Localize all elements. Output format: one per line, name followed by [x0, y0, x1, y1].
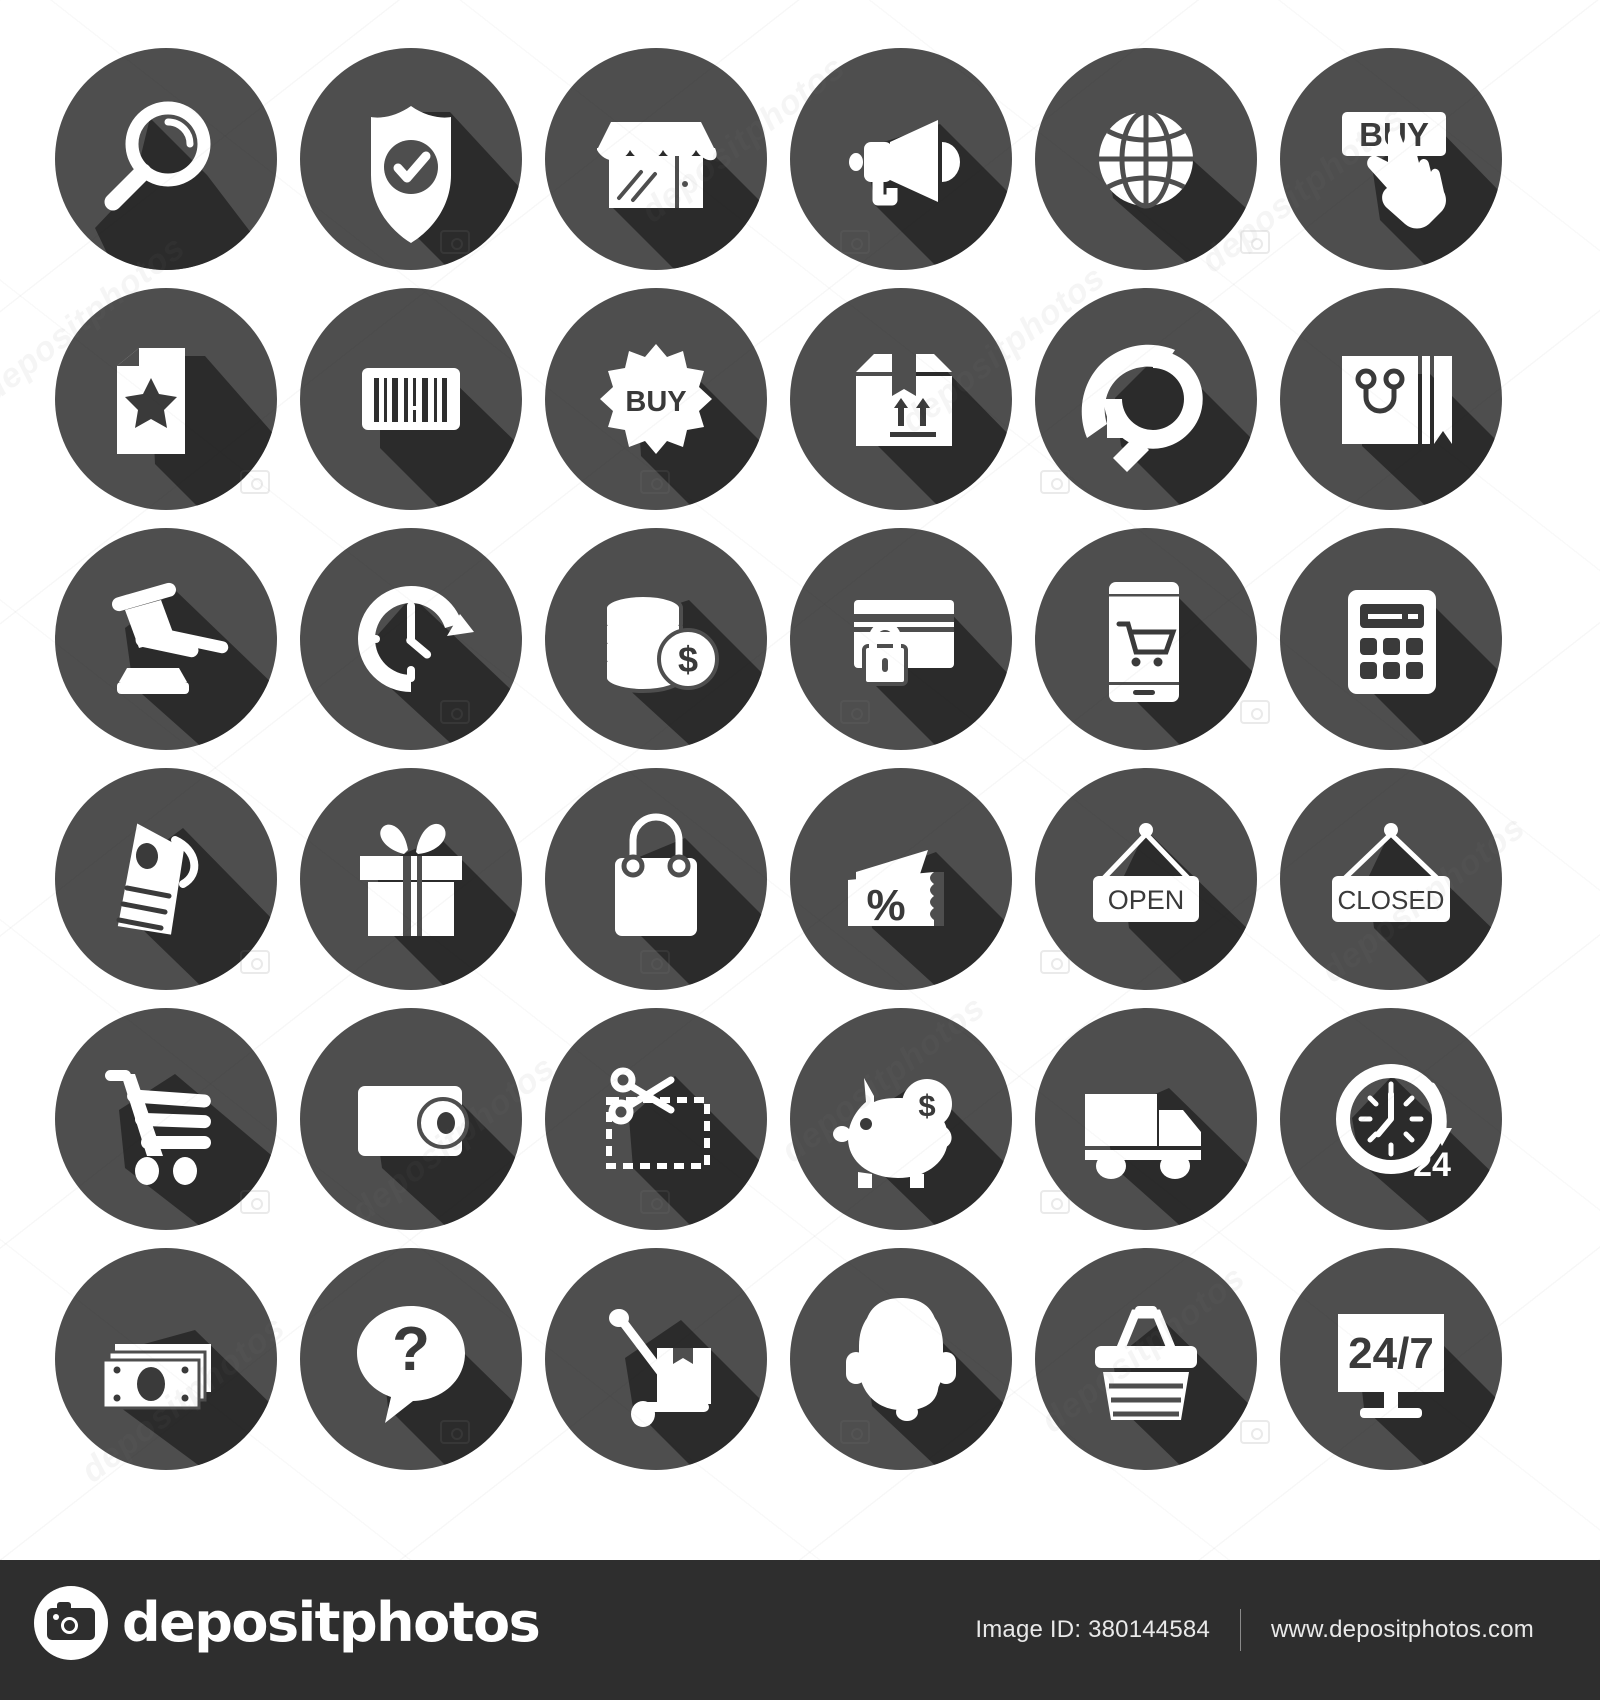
icon-tile[interactable]: $ — [545, 528, 767, 750]
svg-text:$: $ — [678, 639, 698, 680]
icon-tile[interactable] — [790, 288, 1012, 510]
buy-button-cursor-icon[interactable]: BUY — [1280, 48, 1502, 270]
clock-arrow-history-icon[interactable] — [300, 528, 522, 750]
piggy-bank-icon[interactable]: $ — [790, 1008, 1012, 1230]
icon-tile[interactable] — [1035, 48, 1257, 270]
icon-tile[interactable] — [55, 48, 277, 270]
icon-tile[interactable]: CLOSED — [1280, 768, 1502, 990]
storefront-icon[interactable] — [545, 48, 767, 270]
icon-tile[interactable] — [790, 48, 1012, 270]
svg-text:$: $ — [918, 1088, 935, 1123]
icon-tile[interactable]: 24 — [1280, 1008, 1502, 1230]
icon-tile[interactable] — [545, 48, 767, 270]
auction-gavel-icon[interactable] — [55, 528, 277, 750]
credit-card-lock-icon[interactable] — [790, 528, 1012, 750]
icon-tile[interactable]: BUY — [545, 288, 767, 510]
icon-tile[interactable]: $ — [790, 1008, 1012, 1230]
question-speech-bubble-icon[interactable]: ? — [300, 1248, 522, 1470]
icon-tile[interactable] — [300, 288, 522, 510]
icon-tile[interactable] — [55, 1008, 277, 1230]
barcode-icon[interactable] — [300, 288, 522, 510]
banknotes-cash-icon[interactable] — [55, 1248, 277, 1470]
mobile-shopping-icon[interactable] — [1035, 528, 1257, 750]
icon-tile[interactable] — [300, 1008, 522, 1230]
discount-ticket-icon[interactable]: % — [790, 768, 1012, 990]
magnifier-search-icon[interactable] — [55, 48, 277, 270]
icon-tile[interactable] — [300, 528, 522, 750]
icon-tile[interactable] — [1280, 288, 1502, 510]
hand-truck-package-icon[interactable] — [545, 1248, 767, 1470]
wallet-icon[interactable] — [300, 1008, 522, 1230]
document-star-icon[interactable] — [55, 288, 277, 510]
icon-tile[interactable] — [300, 48, 522, 270]
icon-tile[interactable] — [545, 1248, 767, 1470]
globe-icon[interactable] — [1035, 48, 1257, 270]
brand-wordmark: depositphotos — [122, 1591, 541, 1654]
calculator-icon[interactable] — [1280, 528, 1502, 750]
icon-tile[interactable] — [55, 1248, 277, 1470]
monitor-24-7-icon[interactable]: 24/7 — [1280, 1248, 1502, 1470]
shopping-cart-icon[interactable] — [55, 1008, 277, 1230]
svg-text:24/7: 24/7 — [1348, 1329, 1434, 1378]
svg-text:OPEN: OPEN — [1108, 885, 1185, 915]
icon-tile[interactable] — [1035, 1008, 1257, 1230]
icon-tile[interactable] — [790, 1248, 1012, 1470]
icon-tile[interactable]: ? — [300, 1248, 522, 1470]
icon-tile[interactable] — [1035, 528, 1257, 750]
icon-tile[interactable]: % — [790, 768, 1012, 990]
image-id-label: Image ID: 380144584 — [975, 1616, 1210, 1643]
icon-tile[interactable] — [790, 528, 1012, 750]
icon-tile[interactable] — [55, 768, 277, 990]
camera-logo-icon — [34, 1586, 108, 1660]
icon-tile[interactable] — [1280, 528, 1502, 750]
shopping-basket-icon[interactable] — [1035, 1248, 1257, 1470]
svg-text:24: 24 — [1413, 1146, 1451, 1184]
svg-text:CLOSED: CLOSED — [1338, 885, 1445, 915]
icon-sheet: depositphotosdepositphotosdepositphotosd… — [0, 0, 1600, 1700]
icon-tile[interactable]: 24/7 — [1280, 1248, 1502, 1470]
closed-sign-icon[interactable]: CLOSED — [1280, 768, 1502, 990]
icon-tile[interactable] — [55, 528, 277, 750]
svg-text:BUY: BUY — [625, 386, 686, 418]
svg-text:%: % — [866, 881, 905, 930]
price-tag-icon[interactable] — [55, 768, 277, 990]
icon-tile[interactable] — [1035, 288, 1257, 510]
footer-meta: Image ID: 380144584 www.depositphotos.co… — [945, 1560, 1564, 1700]
coupon-scissors-icon[interactable] — [545, 1008, 767, 1230]
ringing-phone-icon[interactable] — [1035, 288, 1257, 510]
support-operator-icon[interactable] — [790, 1248, 1012, 1470]
icon-grid: BUY BUY — [0, 0, 1600, 1560]
icon-tile[interactable] — [1035, 1248, 1257, 1470]
catalog-bag-bookmark-icon[interactable] — [1280, 288, 1502, 510]
website-label: www.depositphotos.com — [1271, 1616, 1534, 1643]
clock-24-icon[interactable]: 24 — [1280, 1008, 1502, 1230]
buy-burst-badge-icon[interactable]: BUY — [545, 288, 767, 510]
gift-box-icon[interactable] — [300, 768, 522, 990]
icon-tile[interactable]: OPEN — [1035, 768, 1257, 990]
svg-text:?: ? — [392, 1315, 430, 1384]
coins-dollar-icon[interactable]: $ — [545, 528, 767, 750]
open-sign-icon[interactable]: OPEN — [1035, 768, 1257, 990]
icon-tile[interactable]: BUY — [1280, 48, 1502, 270]
footer-bar: depositphotos Image ID: 380144584 www.de… — [0, 1560, 1600, 1700]
icon-tile[interactable] — [545, 1008, 767, 1230]
delivery-truck-icon[interactable] — [1035, 1008, 1257, 1230]
shield-check-icon[interactable] — [300, 48, 522, 270]
icon-tile[interactable] — [300, 768, 522, 990]
shipping-box-icon[interactable] — [790, 288, 1012, 510]
megaphone-icon[interactable] — [790, 48, 1012, 270]
shopping-bag-icon[interactable] — [545, 768, 767, 990]
icon-tile[interactable] — [55, 288, 277, 510]
depositphotos-logo: depositphotos — [34, 1586, 541, 1660]
icon-tile[interactable] — [545, 768, 767, 990]
